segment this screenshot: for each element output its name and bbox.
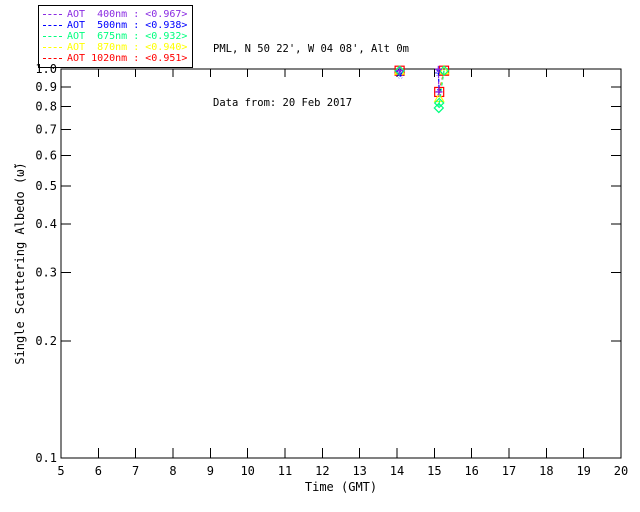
y-axis-title: Single Scattering Albedo (ω̃) [13, 162, 27, 364]
plot-frame [60, 68, 622, 459]
x-tick-label: 20 [614, 464, 628, 478]
x-tick-label: 7 [132, 464, 139, 478]
x-tick-label: 8 [169, 464, 176, 478]
ssa-scatter-plot: 5 6 7 8 9 10 11 12 13 14 15 16 17 18 19 20 1.0 0.9 0.8 0.7 0… [13, 62, 628, 494]
y-tick-label: 0.9 [35, 80, 57, 94]
x-tick-label: 6 [95, 464, 102, 478]
x-tick-label: 16 [464, 464, 478, 478]
x-tick-label: 17 [502, 464, 516, 478]
x-tick-label: 14 [390, 464, 404, 478]
y-tick-label: 0.2 [35, 334, 57, 348]
y-tick-label: 0.6 [35, 148, 57, 162]
x-tick-label: 11 [278, 464, 292, 478]
x-tick-label: 9 [207, 464, 214, 478]
y-tick-label: 0.3 [35, 265, 57, 279]
y-tick-label: 0.4 [35, 217, 57, 231]
aeronet-ssa-plot-page: AOT 400nm : <0.967> AOT 500nm : <0.938> AO… [0, 0, 640, 512]
x-tick-label: 5 [57, 464, 64, 478]
x-tick-label: 13 [352, 464, 366, 478]
x-axis-title: Time (GMT) [305, 480, 377, 494]
x-tick-label: 18 [539, 464, 553, 478]
y-tick-label: 0.8 [35, 100, 57, 114]
y-tick-label: 0.1 [35, 451, 57, 465]
x-tick-label: 19 [576, 464, 590, 478]
y-tick-label: 0.7 [35, 122, 57, 136]
x-tick-label: 10 [240, 464, 254, 478]
y-tick-label: 0.5 [35, 179, 57, 193]
x-tick-label: 15 [427, 464, 441, 478]
x-tick-label: 12 [315, 464, 329, 478]
y-tick-label: 1.0 [35, 62, 57, 76]
